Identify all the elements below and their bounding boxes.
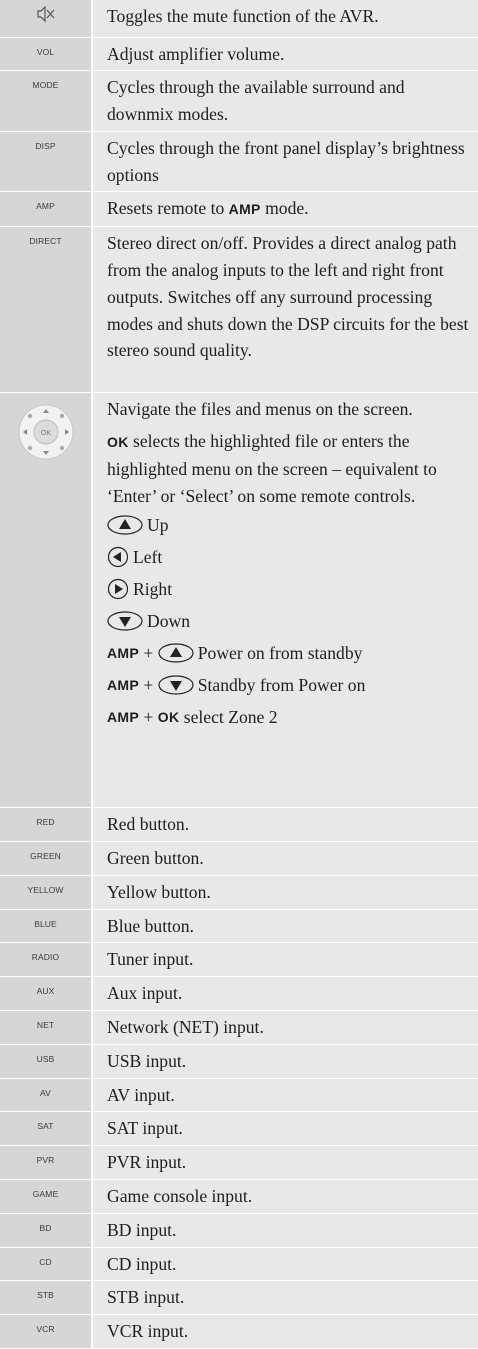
key-cell [0, 0, 93, 38]
description-cell: Cycles through the available surround an… [92, 70, 478, 132]
table-row: DIRECT Stereo direct on/off. Provides a … [0, 226, 478, 394]
description-cell: Tuner input. [92, 942, 478, 978]
description-cell: Blue button. [92, 909, 478, 944]
key-label: GAME [0, 1179, 93, 1214]
description-cell: BD input. [92, 1213, 478, 1248]
amp-ok-item: AMP + OK select Zone 2 [107, 707, 278, 728]
ok-center-label: OK [40, 430, 51, 437]
description-cell: Red button. [92, 807, 478, 843]
key-label: USB [0, 1044, 93, 1079]
table-row: VOL Adjust amplifier volume. [0, 37, 478, 72]
nav-intro: Navigate the files and menus on the scre… [107, 399, 413, 420]
table-row: STB STB input. [0, 1280, 478, 1316]
description-cell: Stereo direct on/off. Provides a direct … [92, 226, 478, 394]
table-row: OK Navigate the files and menus on the s… [0, 392, 478, 809]
up-arrow-icon [107, 515, 143, 536]
key-label: GREEN [0, 841, 93, 876]
description-cell: AV input. [92, 1078, 478, 1113]
key-label: AMP [0, 191, 93, 228]
description-cell: USB input. [92, 1044, 478, 1079]
table-row: NET Network (NET) input. [0, 1010, 478, 1045]
table-row: PVR PVR input. [0, 1145, 478, 1181]
mute-icon [36, 5, 54, 23]
key-label: AUX [0, 976, 93, 1012]
description-cell: Resets remote to AMP mode. [92, 191, 478, 228]
table-row: YELLOW Yellow button. [0, 875, 478, 910]
right-arrow-icon [107, 579, 129, 600]
description-cell: Green button. [92, 841, 478, 876]
table-row: Toggles the mute function of the AVR. [0, 0, 478, 38]
left-arrow-icon [107, 547, 129, 568]
up-arrow-icon [158, 643, 194, 664]
amp-down-item: AMP + Standby from Power on [107, 675, 366, 696]
table-row: AMP Resets remote to AMP mode. [0, 191, 478, 228]
description-cell: PVR input. [92, 1145, 478, 1181]
table-row: DISP Cycles through the front panel disp… [0, 131, 478, 193]
description-cell: Navigate the files and menus on the scre… [92, 392, 478, 809]
description-cell: Cycles through the front panel display’s… [92, 131, 478, 193]
table-row: MODE Cycles through the available surrou… [0, 70, 478, 132]
table-row: SAT SAT input. [0, 1111, 478, 1147]
table-row: RED Red button. [0, 807, 478, 843]
right-item: Right [107, 573, 474, 605]
table-row: GAME Game console input. [0, 1179, 478, 1214]
key-label: YELLOW [0, 875, 93, 910]
down-arrow-icon [158, 675, 194, 696]
table-row: AV AV input. [0, 1078, 478, 1113]
table-row: GREEN Green button. [0, 841, 478, 876]
key-label: CD [0, 1247, 93, 1282]
table-row: CD CD input. [0, 1247, 478, 1282]
description-cell: Network (NET) input. [92, 1010, 478, 1045]
amp-up-item: AMP + Power on from standby [107, 643, 363, 664]
key-label: VOL [0, 37, 93, 72]
key-cell: OK [0, 392, 93, 809]
table-row: BD BD input. [0, 1213, 478, 1248]
table-row: RADIO Tuner input. [0, 942, 478, 978]
left-item: Left [107, 541, 474, 573]
key-label: NET [0, 1010, 93, 1045]
table-row: BLUE Blue button. [0, 909, 478, 944]
key-label: AV [0, 1078, 93, 1113]
description-cell: SAT input. [92, 1111, 478, 1147]
remote-button-table: Toggles the mute function of the AVR. VO… [0, 0, 478, 1349]
description-cell: Aux input. [92, 976, 478, 1012]
table-row: AUX Aux input. [0, 976, 478, 1012]
description-cell: Game console input. [92, 1179, 478, 1214]
key-label: MODE [0, 70, 93, 132]
navigation-pad-icon: OK [18, 404, 73, 460]
key-label: DIRECT [0, 226, 93, 394]
key-label: BLUE [0, 909, 93, 944]
down-item: Down [107, 605, 474, 637]
key-label: STB [0, 1280, 93, 1316]
table-row: USB USB input. [0, 1044, 478, 1079]
key-label: BD [0, 1213, 93, 1248]
key-label: VCR [0, 1314, 93, 1349]
description-cell: Adjust amplifier volume. [92, 37, 478, 72]
key-label: SAT [0, 1111, 93, 1147]
description-cell: VCR input. [92, 1314, 478, 1349]
description-cell: Yellow button. [92, 875, 478, 910]
table-row: VCR VCR input. [0, 1314, 478, 1349]
description-cell: CD input. [92, 1247, 478, 1282]
key-label: RED [0, 807, 93, 843]
key-label: PVR [0, 1145, 93, 1181]
ok-description: OK selects the highlighted file or enter… [107, 431, 437, 506]
description-cell: Toggles the mute function of the AVR. [92, 0, 478, 38]
key-label: RADIO [0, 942, 93, 978]
description-cell: STB input. [92, 1280, 478, 1316]
down-arrow-icon [107, 611, 143, 632]
up-item: Up [107, 509, 474, 541]
key-label: DISP [0, 131, 93, 193]
